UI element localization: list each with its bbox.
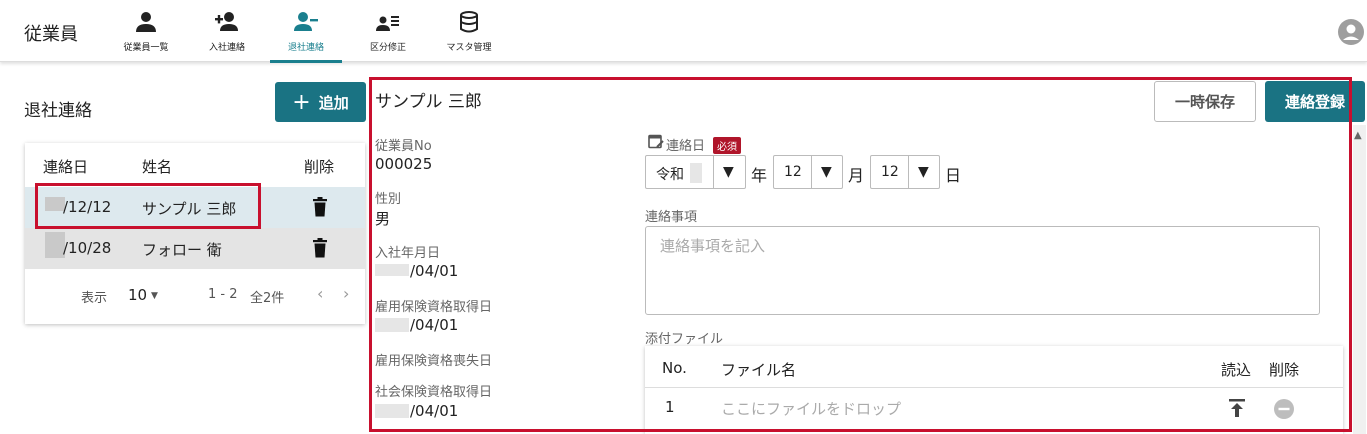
per-page-select[interactable]: 10 [128,286,147,304]
nav-label: 退社連絡 [287,43,324,53]
add-button-label: 追加 [318,93,349,112]
add-button[interactable]: + 追加 [275,82,366,122]
row-name: フォロー 衛 [142,241,222,259]
plus-icon: + [292,89,311,115]
redacted-mask [45,232,65,258]
header-delete: 削除 [304,158,335,176]
person-remove-icon [294,12,318,31]
leave-notice-list: 連絡日 姓名 削除 /12/12 サンプル 三郎 /10/28 フォロー 衛 表… [25,143,365,324]
header-date: 連絡日 [43,158,89,176]
highlight-box-row [35,183,261,229]
scrollbar[interactable] [1353,125,1366,434]
database-icon [460,11,478,33]
nav-label: マスタ管理 [446,43,492,53]
chevron-down-icon[interactable]: ▼ [151,291,158,301]
highlight-box-detail [369,77,1352,432]
left-panel-title: 退社連絡 [24,101,92,121]
nav-leave-notice[interactable]: 退社連絡 [270,6,342,63]
person-list-icon [376,16,399,31]
header-name: 姓名 [142,158,173,176]
nav-category-edit[interactable]: 区分修正 [352,6,424,62]
scroll-up-arrow-icon[interactable]: ▲ [1354,130,1362,141]
app-title: 従業員 [24,24,78,45]
account-avatar-icon[interactable] [1337,18,1365,46]
nav-employee-list[interactable]: 従業員一覧 [110,6,182,62]
trash-icon[interactable] [312,197,328,217]
list-header: 連絡日 姓名 削除 [25,143,365,187]
pager-range: 1 - 2 [208,287,238,302]
trash-icon[interactable] [312,238,328,258]
person-icon [136,12,156,32]
nav-hire-notice[interactable]: 入社連絡 [191,6,263,62]
prev-page-icon[interactable]: ‹ [317,284,323,303]
nav-master-admin[interactable]: マスタ管理 [433,6,505,62]
next-page-icon[interactable]: › [343,284,349,303]
row-date: /10/28 [63,239,112,257]
nav-label: 従業員一覧 [123,43,169,53]
nav-label: 入社連絡 [208,43,245,53]
pager-label: 表示 [81,291,108,306]
table-row[interactable]: /10/28 フォロー 衛 [25,228,365,269]
top-bar: 従業員 従業員一覧 入社連絡 退社連絡 区分修正 マスタ管理 [0,0,1367,63]
person-add-icon [215,12,238,31]
nav-label: 区分修正 [369,43,406,53]
pager-total: 全2件 [250,291,285,306]
